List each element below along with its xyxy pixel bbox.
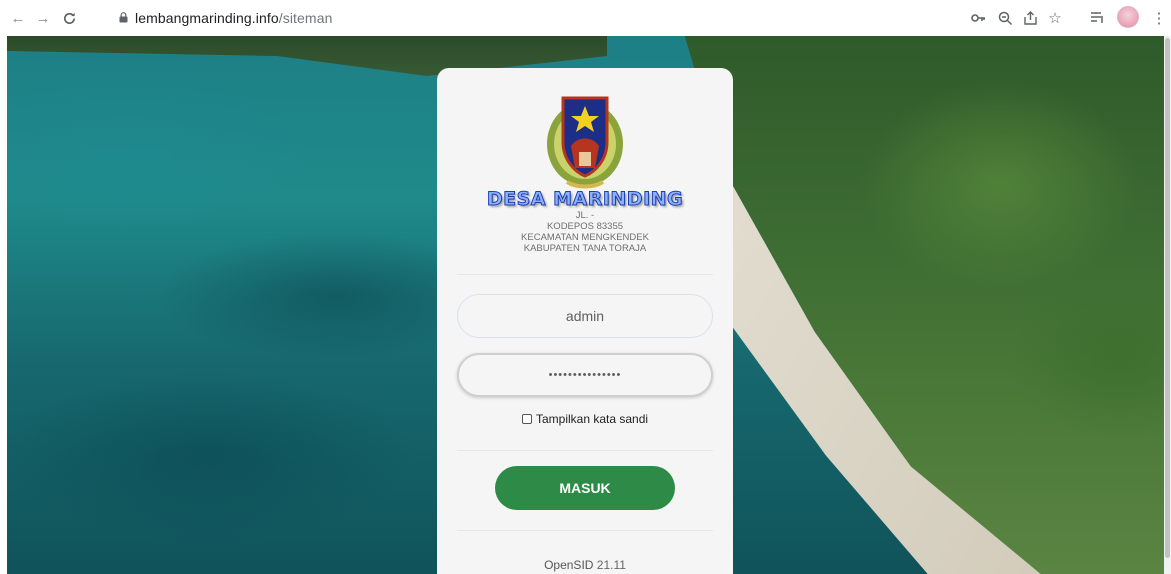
divider: [457, 530, 713, 531]
url-host: lembangmarinding.info: [135, 10, 279, 26]
key-icon[interactable]: [968, 8, 988, 28]
show-password-label: Tampilkan kata sandi: [535, 412, 649, 426]
show-password-toggle[interactable]: Tampilkan kata sandi: [437, 412, 733, 426]
login-card: DESA MARINDING JL. - KODEPOS 83355 KECAM…: [437, 68, 733, 574]
address-street: JL. -: [575, 210, 595, 221]
page-viewport: DESA MARINDING JL. - KODEPOS 83355 KECAM…: [0, 36, 1171, 574]
version-prefix: OpenSID: [544, 558, 594, 572]
village-emblem: [547, 96, 623, 189]
zoom-icon[interactable]: [995, 8, 1015, 28]
password-input[interactable]: •••••••••••••••: [457, 353, 713, 397]
scrollbar-thumb[interactable]: [1165, 38, 1170, 558]
forward-arrow-icon[interactable]: →: [32, 7, 54, 29]
profile-avatar[interactable]: [1117, 6, 1139, 28]
username-input[interactable]: admin: [457, 294, 713, 338]
star-icon[interactable]: ☆: [1045, 8, 1065, 28]
back-arrow-icon[interactable]: ←: [7, 7, 29, 29]
page-scrollbar[interactable]: [1164, 36, 1171, 574]
address-regency: KABUPATEN TANA TORAJA: [523, 243, 647, 254]
version-number: 21.11: [596, 558, 626, 572]
divider: [457, 450, 713, 451]
login-button[interactable]: MASUK: [495, 466, 675, 510]
reload-icon[interactable]: [58, 7, 80, 29]
show-password-checkbox[interactable]: [521, 414, 532, 424]
url-text: lembangmarinding.info/siteman: [135, 10, 332, 26]
reading-list-icon[interactable]: [1088, 8, 1108, 28]
divider: [457, 274, 713, 275]
app-version: OpenSID 21.11: [437, 558, 733, 572]
share-icon[interactable]: [1020, 8, 1040, 28]
menu-dots-icon[interactable]: ⋮: [1149, 8, 1169, 28]
village-title: DESA MARINDING: [486, 188, 684, 211]
url-path: /siteman: [278, 10, 333, 26]
browser-toolbar: ← → lembangmarinding.info/siteman ☆ ⋮: [0, 0, 1171, 36]
lock-icon: [119, 12, 128, 23]
address-district: KECAMATAN MENGKENDEK: [521, 232, 649, 243]
address-postcode: KODEPOS 83355: [546, 221, 624, 232]
